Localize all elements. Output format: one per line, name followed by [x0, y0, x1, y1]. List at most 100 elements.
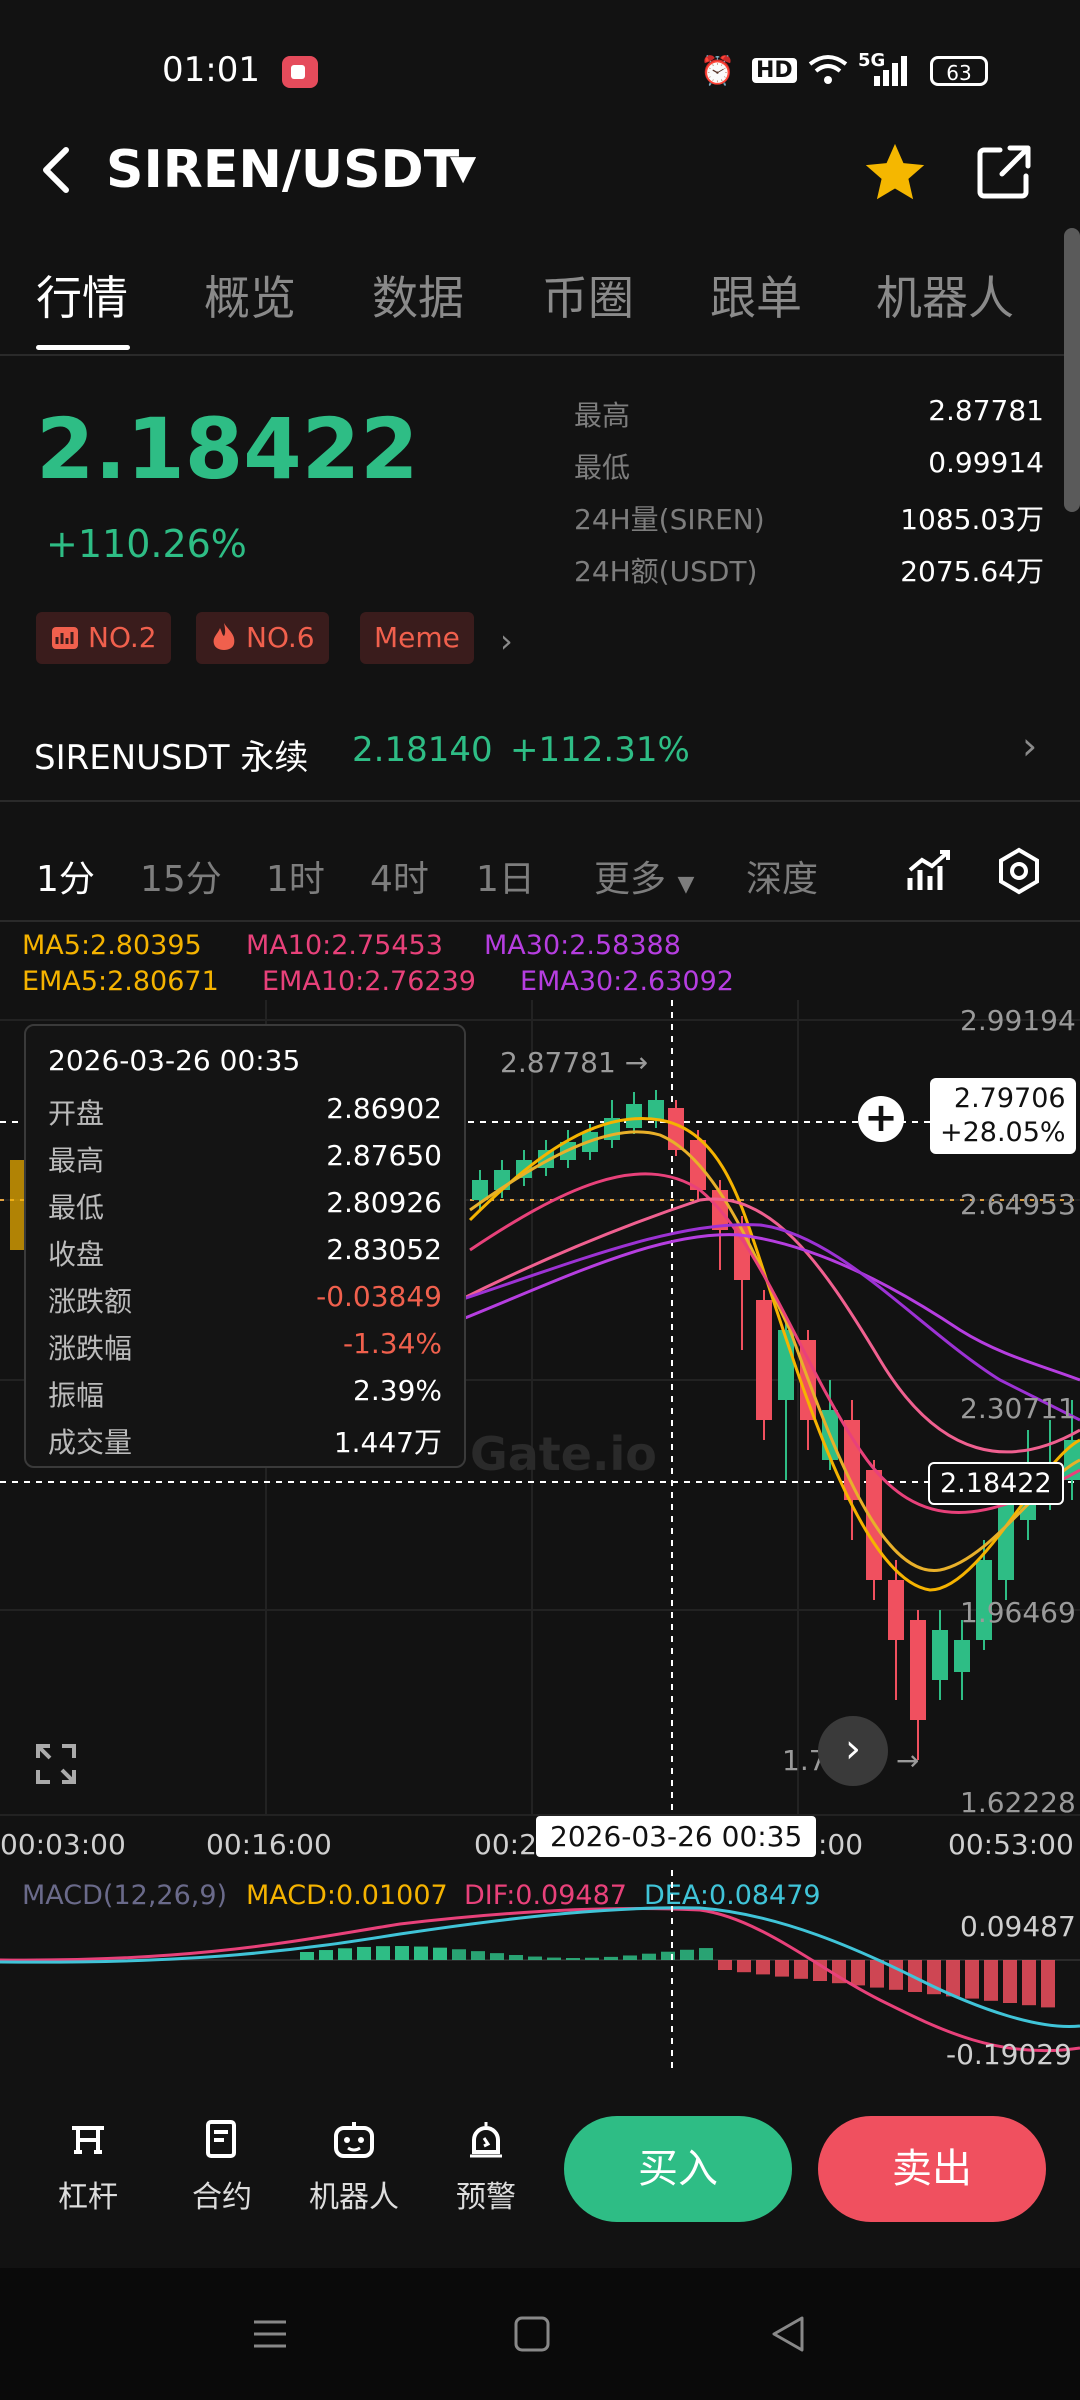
- robot-icon: [334, 2122, 374, 2158]
- home-icon[interactable]: [512, 2314, 552, 2358]
- macd-histogram-bar: [756, 1960, 770, 1975]
- active-tab-indicator: [36, 345, 130, 350]
- macd-histogram-bar: [775, 1960, 789, 1977]
- tab-data[interactable]: 数据: [372, 262, 464, 328]
- caret-down-icon: ▼: [677, 872, 695, 897]
- macd-histogram-bar: [338, 1948, 352, 1960]
- chart-icon: [52, 627, 78, 649]
- tooltip-row-change: 涨跌额 -0.03849: [48, 1280, 442, 1318]
- interval-4h[interactable]: 4时: [370, 850, 429, 902]
- last-price: 2.18422: [36, 400, 419, 498]
- contract-label: 合约: [192, 2180, 252, 2215]
- interval-more-label: 更多: [594, 859, 667, 900]
- candle-body: [626, 1104, 642, 1128]
- ma30-label: MA30:2.58388: [484, 930, 681, 961]
- macd-histogram-bar: [642, 1953, 656, 1960]
- macd-histogram-bar: [585, 1957, 599, 1960]
- last-price-tag: 2.18422: [928, 1462, 1064, 1505]
- settings-icon[interactable]: [994, 846, 1044, 900]
- price-change-pct: +110.26%: [46, 522, 247, 566]
- macd-histogram-bar: [604, 1956, 618, 1960]
- macd-histogram-bar: [718, 1960, 732, 1970]
- left-handle: [10, 1160, 24, 1250]
- tab-market[interactable]: 行情: [36, 262, 128, 328]
- macd-histogram-bar: [737, 1960, 751, 1973]
- favorite-star-icon[interactable]: [860, 138, 930, 212]
- scrollbar[interactable]: [1064, 228, 1080, 512]
- ema5-label: EMA5:2.80671: [22, 966, 219, 997]
- x-axis-label: 00:53:00: [948, 1828, 1074, 1861]
- share-icon[interactable]: [972, 140, 1036, 208]
- stat-value-turnover: 2075.64万: [900, 555, 1044, 588]
- chevron-right-icon[interactable]: ›: [500, 622, 513, 660]
- x-axis-label: 00:16:00: [206, 1828, 332, 1861]
- macd-histogram-bar: [946, 1960, 960, 1997]
- screen-record-icon: [282, 56, 318, 88]
- leverage-label: 杠杆: [58, 2180, 118, 2215]
- perpetual-name: SIRENUSDT 永续: [34, 738, 309, 778]
- pair-title[interactable]: SIREN/USDT: [106, 140, 459, 200]
- stat-label-high: 最高: [574, 399, 631, 432]
- macd-histogram-bar: [414, 1946, 428, 1960]
- menu-icon[interactable]: [250, 2314, 290, 2358]
- macd-chart: [0, 1870, 1080, 2070]
- interval-more[interactable]: 更多 ▼: [594, 850, 694, 902]
- macd-histogram-bar: [623, 1955, 637, 1960]
- crosshair-price: 2.79706: [953, 1083, 1066, 1114]
- interval-1d[interactable]: 1日: [476, 850, 535, 902]
- rank-badge[interactable]: NO.2: [36, 612, 171, 664]
- candle-body: [756, 1300, 772, 1420]
- macd-histogram-bar: [547, 1957, 561, 1960]
- y-axis-label: 2.30711: [960, 1392, 1076, 1425]
- tab-bots[interactable]: 机器人: [876, 262, 1014, 328]
- interval-1m[interactable]: 1分: [36, 850, 95, 902]
- bot-button[interactable]: 机器人: [304, 2118, 404, 2216]
- add-order-button[interactable]: +: [858, 1096, 904, 1142]
- stat-value-volume: 1085.03万: [900, 503, 1044, 536]
- x-axis-label: :00: [818, 1828, 864, 1861]
- back-nav-icon[interactable]: [768, 2314, 808, 2358]
- stat-label-volume: 24H量(SIREN): [574, 503, 765, 536]
- buy-button[interactable]: 买入: [564, 2116, 792, 2222]
- tooltip-row-close: 收盘 2.83052: [48, 1233, 442, 1271]
- indicator-icon[interactable]: [906, 848, 952, 898]
- x-axis-label: 00:2: [474, 1828, 537, 1861]
- hot-badge[interactable]: NO.6: [196, 612, 329, 664]
- sell-button[interactable]: 卖出: [818, 2116, 1046, 2222]
- leverage-button[interactable]: 杠杆: [38, 2118, 138, 2216]
- tab-overview[interactable]: 概览: [204, 262, 296, 328]
- macd-histogram-bar: [566, 1957, 580, 1960]
- alarm-icon: ⏰: [700, 54, 735, 87]
- stat-label-low: 最低: [574, 451, 631, 484]
- watermark: Gate.io: [470, 1427, 657, 1481]
- macd-axis-bottom: -0.19029: [946, 2038, 1072, 2071]
- macd-histogram-bar: [471, 1951, 485, 1960]
- interval-1h[interactable]: 1时: [266, 850, 325, 902]
- bot-label: 机器人: [309, 2180, 399, 2215]
- candle-body: [932, 1630, 948, 1680]
- contract-button[interactable]: 合约: [172, 2118, 272, 2216]
- y-axis-label: 2.99194: [960, 1004, 1076, 1037]
- interval-15m[interactable]: 15分: [140, 850, 222, 902]
- alert-button[interactable]: 预警: [436, 2118, 536, 2216]
- main-tabs: 行情 概览 数据 币圈 跟单 机器人: [0, 262, 1080, 356]
- caret-down-icon[interactable]: ▼: [450, 148, 476, 188]
- macd-histogram-bar: [699, 1948, 713, 1960]
- scroll-to-latest-button[interactable]: ›: [818, 1716, 888, 1786]
- tab-community[interactable]: 币圈: [542, 262, 634, 328]
- chevron-right-icon[interactable]: ›: [1022, 724, 1037, 768]
- alert-label: 预警: [456, 2180, 516, 2215]
- tab-copy-trade[interactable]: 跟单: [710, 262, 802, 328]
- divider: [0, 920, 1080, 922]
- crosshair-pct: +28.05%: [940, 1117, 1066, 1148]
- macd-histogram-bar: [319, 1950, 333, 1960]
- status-bar: 01:01 ⏰ HD 5G 63: [0, 0, 1080, 140]
- ema30-label: EMA30:2.63092: [520, 966, 734, 997]
- crosshair-price-tag: 2.79706 +28.05%: [930, 1078, 1076, 1154]
- rank-badge-label: NO.2: [88, 621, 157, 654]
- y-axis-label: 2.64953: [960, 1188, 1076, 1221]
- back-button[interactable]: [30, 140, 90, 200]
- fullscreen-icon[interactable]: [34, 1742, 78, 1790]
- depth-tab[interactable]: 深度: [746, 850, 818, 902]
- category-badge[interactable]: Meme: [360, 612, 474, 664]
